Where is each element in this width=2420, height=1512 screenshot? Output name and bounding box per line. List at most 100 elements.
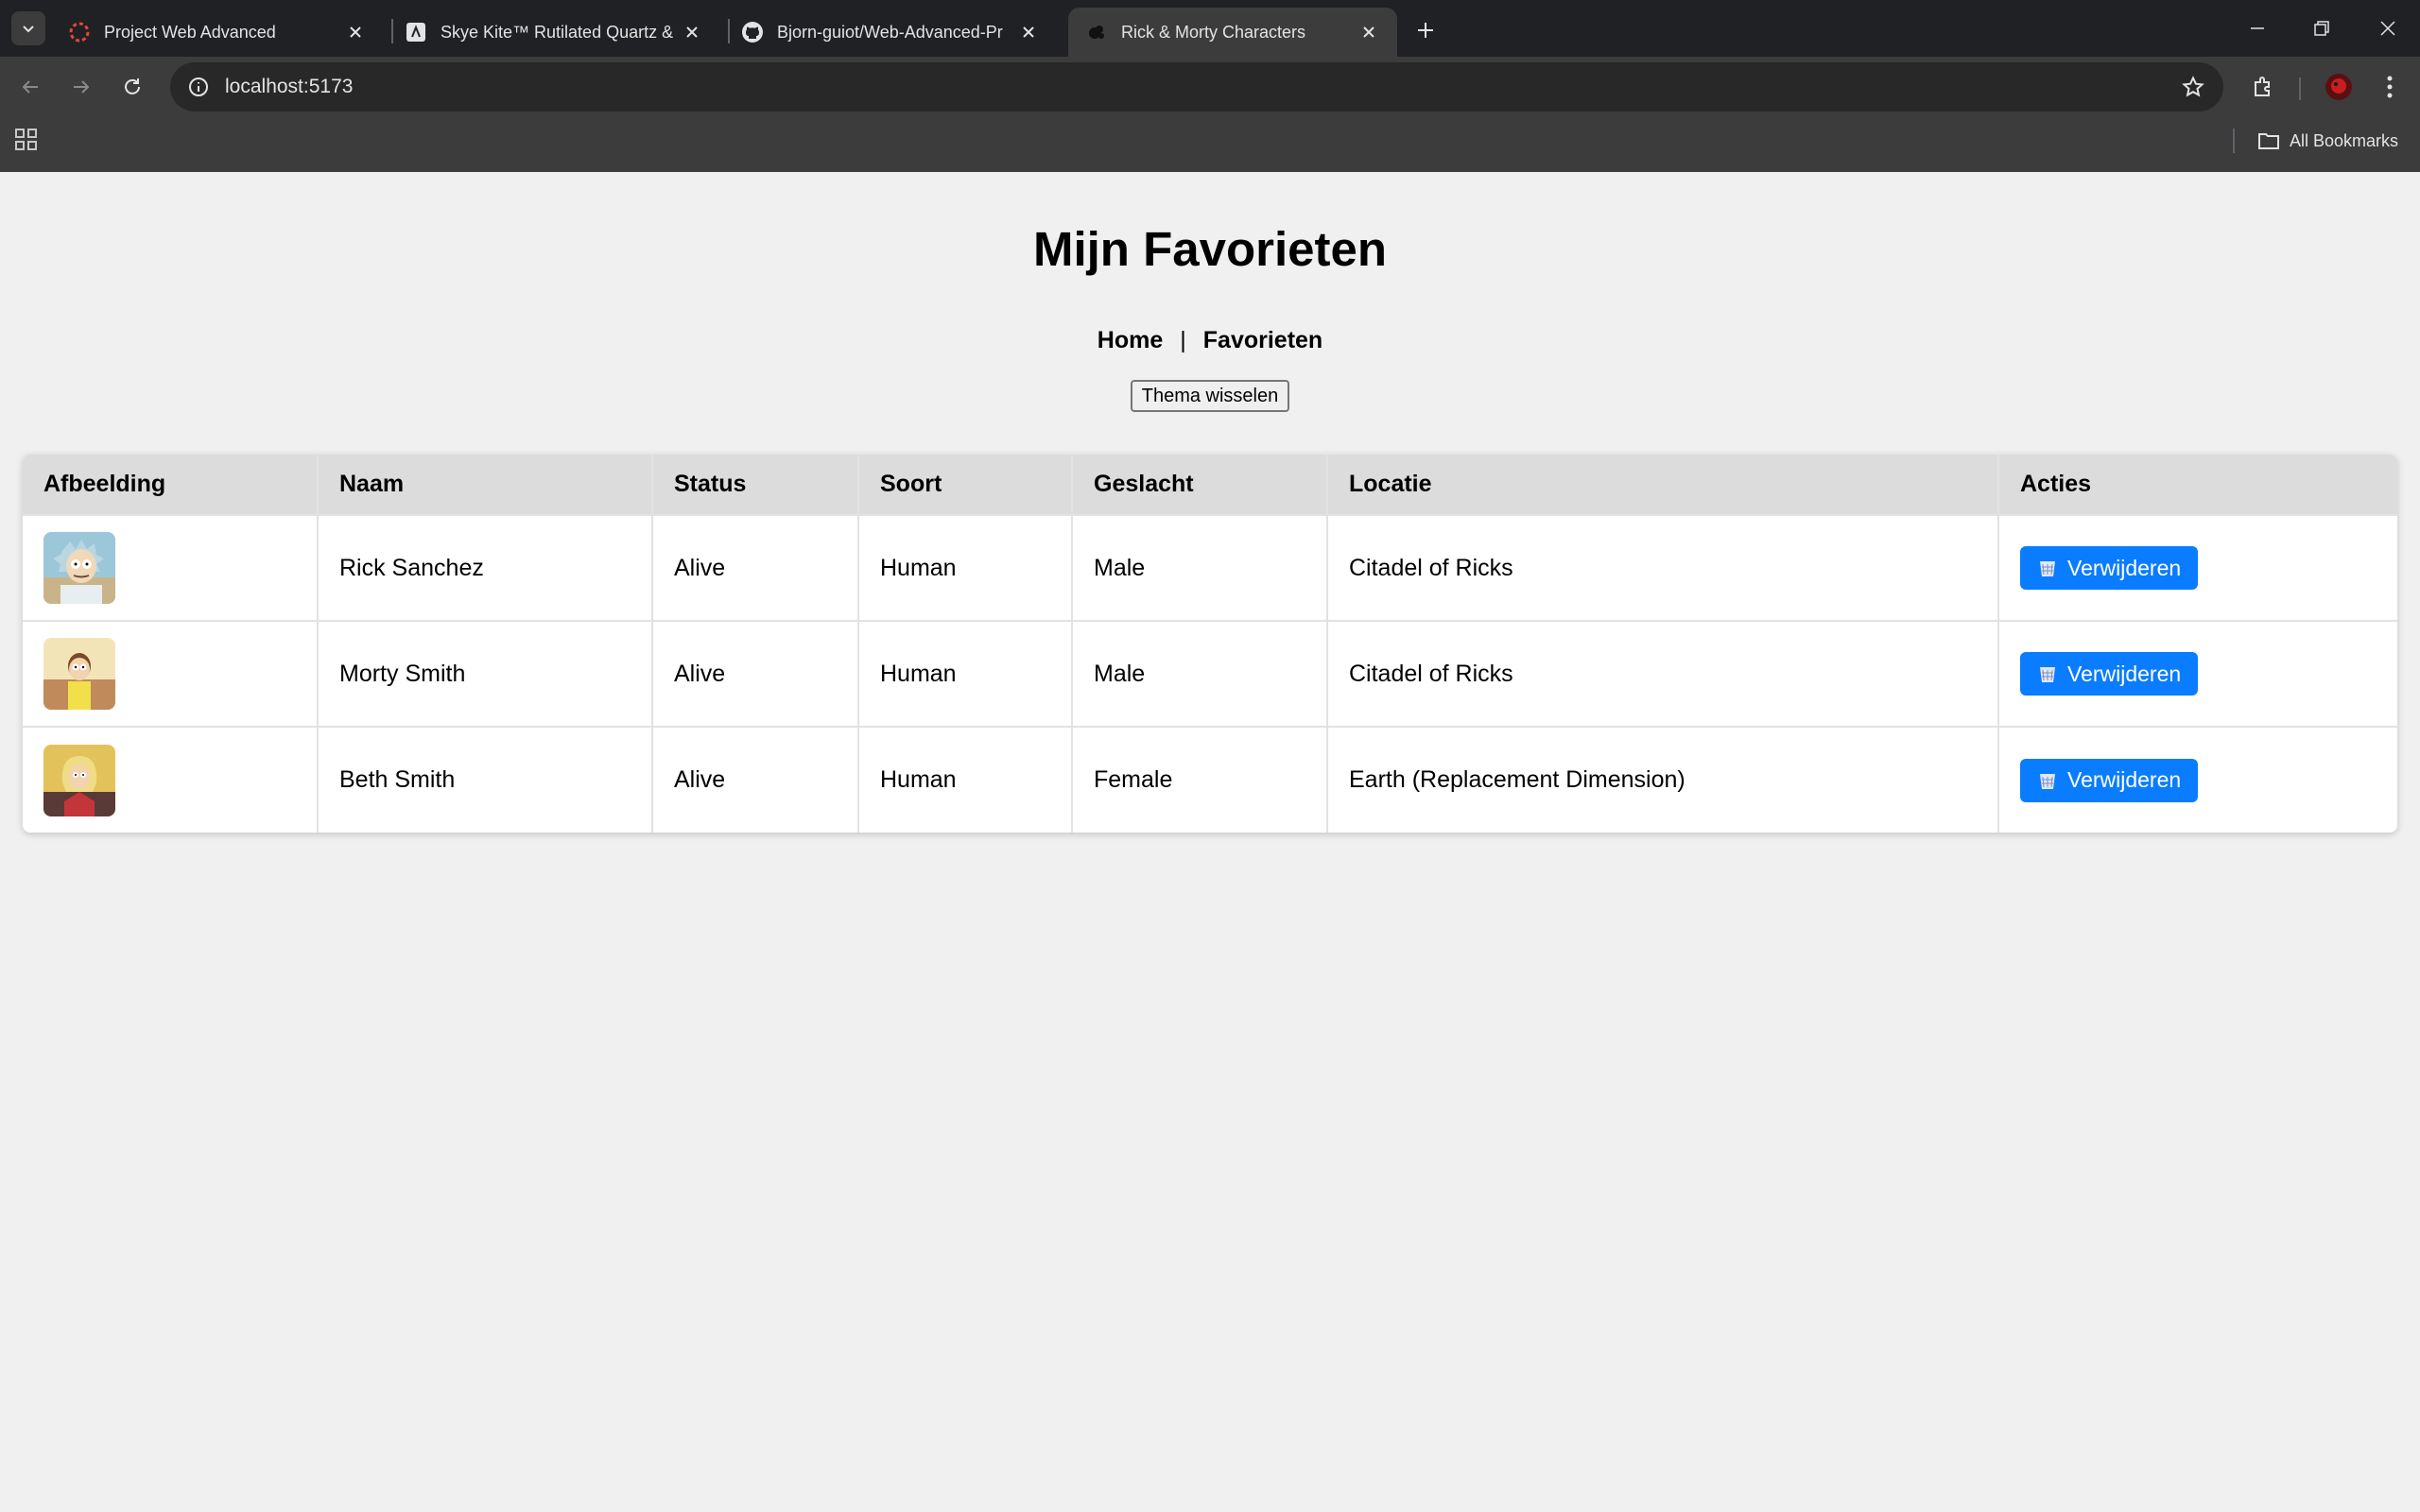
folder-icon: [2258, 133, 2279, 149]
status-cell: Alive: [651, 620, 858, 727]
name-cell: Beth Smith: [317, 726, 652, 833]
theme-toggle-button[interactable]: Thema wisselen: [1131, 380, 1289, 412]
extensions-icon[interactable]: [2246, 70, 2280, 104]
all-bookmarks-button[interactable]: All Bookmarks: [2257, 127, 2398, 155]
wastebasket-icon: [2037, 558, 2058, 578]
project-favicon-icon: [68, 21, 91, 43]
profile-avatar[interactable]: [2322, 70, 2356, 104]
delete-button-label: Verwijderen: [2067, 767, 2182, 792]
toolbar-divider: [2299, 77, 2301, 100]
table-header-row: Afbeelding Naam Status Soort Geslacht Lo…: [23, 455, 2397, 515]
name-cell: Rick Sanchez: [317, 514, 652, 621]
tab-title: Skye Kite™ Rutilated Quartz & I: [441, 22, 673, 42]
nav-separator: |: [1180, 327, 1186, 353]
species-cell: Human: [857, 726, 1072, 833]
chevron-down-icon: [23, 26, 34, 33]
column-header-image: Afbeelding: [23, 455, 318, 515]
delete-button[interactable]: Verwijderen: [2020, 758, 2199, 802]
close-window-button[interactable]: [2365, 9, 2411, 47]
tab-rick-morty-characters[interactable]: Rick & Morty Characters: [1068, 8, 1397, 57]
species-cell: Human: [857, 514, 1072, 621]
tab-title: Bjorn-guiot/Web-Advanced-Pr: [777, 22, 1003, 42]
species-cell: Human: [857, 620, 1072, 727]
status-cell: Alive: [651, 514, 858, 621]
browser-chrome: Project Web Advanced Skye Kite™ Rutilate…: [0, 0, 2420, 172]
close-icon[interactable]: [1017, 21, 1040, 43]
column-header-status: Status: [651, 455, 858, 515]
gender-cell: Male: [1071, 514, 1327, 621]
plus-icon: [1418, 23, 1433, 38]
close-icon: [2380, 21, 2395, 36]
page-content: Mijn Favorieten Home | Favorieten Thema wi…: [0, 172, 2420, 1512]
tab-project-web-advanced[interactable]: Project Web Advanced: [51, 8, 384, 57]
table-row: Rick Sanchez Alive Human Male Citadel of…: [23, 514, 2397, 621]
close-icon[interactable]: [681, 21, 703, 43]
tab-title: Project Web Advanced: [104, 22, 276, 42]
tab-github-repo[interactable]: Bjorn-guiot/Web-Advanced-Pr: [724, 8, 1057, 57]
forward-button[interactable]: [64, 70, 98, 104]
reload-button[interactable]: [115, 70, 149, 104]
close-icon[interactable]: [344, 21, 367, 43]
actions-cell: Verwijderen: [1997, 726, 2397, 833]
document-favicon-icon: [405, 21, 427, 43]
app-favicon-icon: [1085, 21, 1108, 43]
restore-icon: [2314, 21, 2329, 36]
minimize-icon: [2251, 27, 2264, 29]
favorites-table-container: Afbeelding Naam Status Soort Geslacht Lo…: [23, 455, 2397, 833]
tab-search-button[interactable]: [11, 11, 45, 45]
nav-favorites-link[interactable]: Favorieten: [1203, 327, 1322, 353]
location-cell: Earth (Replacement Dimension): [1326, 726, 1998, 833]
page-title: Mijn Favorieten: [1032, 222, 1388, 276]
new-tab-button[interactable]: [1409, 13, 1443, 47]
wastebasket-icon: [2037, 770, 2058, 791]
wastebasket-icon: [2037, 663, 2058, 684]
image-cell: [23, 726, 318, 833]
nav-home-link[interactable]: Home: [1098, 327, 1163, 353]
character-avatar-morty: [43, 638, 115, 710]
more-menu-icon[interactable]: [2373, 70, 2407, 104]
table-row: Beth Smith Alive Human Female Earth (Rep…: [23, 726, 2397, 833]
delete-button[interactable]: Verwijderen: [2020, 652, 2199, 696]
actions-cell: Verwijderen: [1997, 620, 2397, 727]
image-cell: [23, 620, 318, 727]
gender-cell: Female: [1071, 726, 1327, 833]
main-nav: Home | Favorieten: [0, 327, 2420, 354]
address-bar[interactable]: localhost:5173: [170, 62, 2223, 112]
name-cell: Morty Smith: [317, 620, 652, 727]
delete-button-label: Verwijderen: [2067, 555, 2182, 580]
info-icon[interactable]: [174, 62, 223, 112]
arrow-right-icon: [74, 80, 90, 94]
image-cell: [23, 514, 318, 621]
arrow-left-icon: [22, 80, 38, 94]
all-bookmarks-label: All Bookmarks: [2290, 130, 2399, 150]
bookmarks-divider: [2233, 129, 2235, 153]
restore-button[interactable]: [2299, 9, 2344, 47]
gender-cell: Male: [1071, 620, 1327, 727]
column-header-location: Locatie: [1326, 455, 1998, 515]
tab-title: Rick & Morty Characters: [1121, 22, 1306, 42]
delete-button-label: Verwijderen: [2067, 661, 2182, 686]
bookmark-star-icon[interactable]: [2180, 74, 2206, 100]
location-cell: Citadel of Ricks: [1326, 514, 1998, 621]
delete-button[interactable]: Verwijderen: [2020, 546, 2199, 590]
status-cell: Alive: [651, 726, 858, 833]
column-header-actions: Acties: [1997, 455, 2397, 515]
favorites-table: Afbeelding Naam Status Soort Geslacht Lo…: [23, 455, 2397, 833]
character-avatar-beth: [43, 744, 115, 816]
column-header-name: Naam: [317, 455, 652, 515]
column-header-gender: Geslacht: [1071, 455, 1327, 515]
column-header-species: Soort: [857, 455, 1072, 515]
reload-icon: [125, 78, 140, 94]
apps-grid-icon[interactable]: [13, 127, 40, 158]
tab-strip: Project Web Advanced Skye Kite™ Rutilate…: [0, 0, 2420, 57]
back-button[interactable]: [13, 70, 47, 104]
minimize-button[interactable]: [2235, 9, 2280, 47]
location-cell: Citadel of Ricks: [1326, 620, 1998, 727]
character-avatar-rick: [43, 532, 115, 604]
tab-skye-kite[interactable]: Skye Kite™ Rutilated Quartz & I: [388, 8, 720, 57]
browser-toolbar: localhost:5173: [0, 57, 2420, 117]
actions-cell: Verwijderen: [1997, 514, 2397, 621]
url-text[interactable]: localhost:5173: [225, 76, 353, 98]
close-icon[interactable]: [1357, 21, 1380, 43]
table-row: Morty Smith Alive Human Male Citadel of …: [23, 620, 2397, 727]
